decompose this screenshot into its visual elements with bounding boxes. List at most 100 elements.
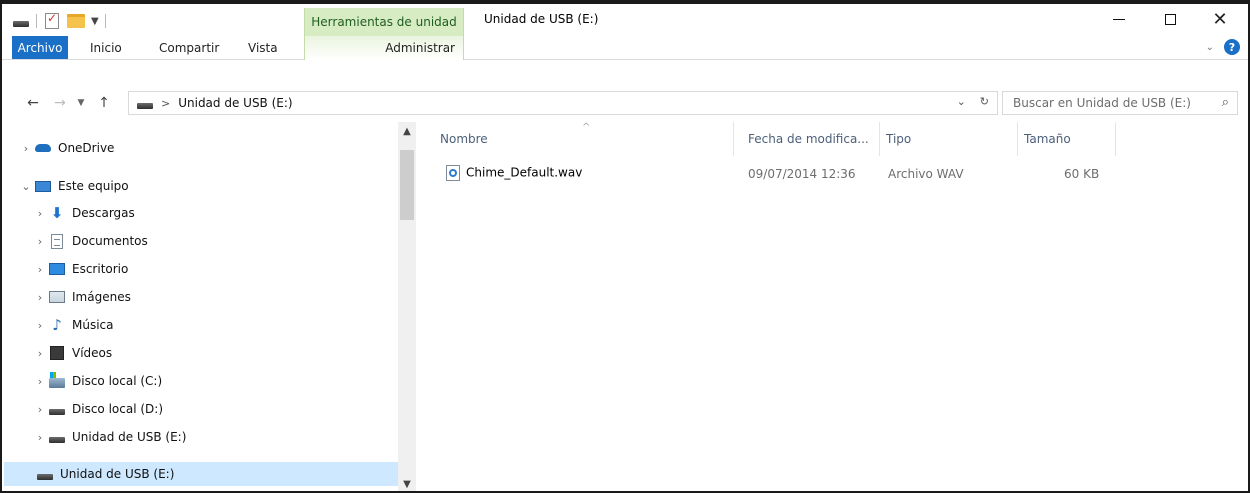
quick-access-toolbar: ▼	[12, 10, 106, 32]
usb-drive-icon	[36, 466, 54, 482]
ribbon-right-controls: ⌄ ?	[1206, 39, 1240, 55]
nav-item-label: Unidad de USB (E:)	[72, 430, 187, 444]
column-header-tamano[interactable]: Tamaño	[1018, 122, 1116, 156]
customize-toolbar-icon[interactable]: ▼	[91, 16, 99, 27]
window-title: Unidad de USB (E:)	[484, 12, 599, 26]
toolbar-separator	[104, 14, 106, 28]
recent-locations-chevron-icon[interactable]: ▼	[73, 93, 89, 113]
nav-item-label: Escritorio	[72, 262, 129, 276]
expand-chevron-icon[interactable]: ›	[32, 375, 48, 388]
file-name-cell[interactable]: Chime_Default.wav	[446, 165, 582, 181]
forward-arrow-icon[interactable]: →	[50, 93, 70, 113]
expand-chevron-icon[interactable]: ›	[18, 142, 34, 155]
column-header-label: Fecha de modifica...	[748, 132, 869, 146]
nav-item-disco-local-c[interactable]: › Disco local (C:)	[32, 369, 428, 393]
nav-item-descargas[interactable]: › ⬇ Descargas	[32, 201, 428, 225]
expand-ribbon-icon[interactable]: ⌄	[1206, 42, 1214, 53]
navigation-pane-scrollbar[interactable]: ▲ ▼	[398, 122, 416, 491]
pictures-icon	[48, 289, 66, 305]
downloads-icon: ⬇	[50, 203, 64, 222]
address-row: ← → ▼ ↑ > Unidad de USB (E:) ⌄ ↻ Buscar …	[2, 90, 1248, 116]
column-header-label: Tipo	[886, 132, 912, 146]
context-tab-group-label: Herramientas de unidad	[304, 8, 464, 36]
address-bar[interactable]: > Unidad de USB (E:) ⌄ ↻	[128, 91, 998, 115]
file-type: Archivo WAV	[888, 167, 964, 181]
nav-item-label: Este equipo	[58, 179, 129, 193]
address-bar-actions: ⌄ ↻	[957, 95, 989, 108]
tab-inicio[interactable]: Inicio	[90, 36, 122, 59]
nav-item-escritorio[interactable]: › Escritorio	[32, 257, 428, 281]
nav-item-imagenes[interactable]: › Imágenes	[32, 285, 428, 309]
expand-chevron-icon[interactable]: ›	[32, 291, 48, 304]
new-folder-icon[interactable]	[67, 12, 85, 30]
scrollbar-thumb[interactable]	[400, 150, 414, 220]
expand-chevron-icon[interactable]: ›	[32, 207, 48, 220]
ribbon-tabs: Archivo Inicio Compartir Vista Administr…	[2, 36, 1248, 60]
title-bar: ▼ Herramientas de unidad Unidad de USB (…	[2, 4, 1248, 36]
minimize-button[interactable]	[1096, 4, 1142, 34]
maximize-button[interactable]	[1147, 4, 1193, 34]
minimize-icon	[1113, 18, 1125, 20]
nav-item-label: Documentos	[72, 234, 148, 248]
tab-archivo[interactable]: Archivo	[12, 36, 68, 59]
close-button[interactable]: ✕	[1197, 4, 1243, 34]
nav-item-musica[interactable]: › ♪ Música	[32, 313, 428, 337]
videos-icon	[48, 345, 66, 361]
expand-chevron-icon[interactable]: ›	[32, 263, 48, 276]
nav-item-label: Descargas	[72, 206, 135, 220]
nav-item-onedrive[interactable]: › OneDrive	[18, 136, 414, 160]
expand-chevron-icon[interactable]: ›	[32, 403, 48, 416]
nav-item-label: Música	[72, 318, 114, 332]
onedrive-icon	[34, 140, 52, 156]
tab-vista[interactable]: Vista	[248, 36, 278, 59]
file-list: Nombre ^ Fecha de modifica... Tipo Tamañ…	[434, 116, 1234, 491]
up-arrow-icon[interactable]: ↑	[94, 93, 114, 113]
audio-file-icon	[446, 165, 460, 181]
help-icon[interactable]: ?	[1224, 39, 1240, 55]
expand-chevron-icon[interactable]: ›	[32, 431, 48, 444]
expand-chevron-icon[interactable]: ›	[32, 319, 48, 332]
nav-item-label: Disco local (C:)	[72, 374, 163, 388]
documents-icon	[48, 233, 66, 249]
collapse-chevron-icon[interactable]: ⌄	[18, 180, 34, 193]
file-size: 60 KB	[1064, 167, 1100, 181]
column-header-tipo[interactable]: Tipo	[880, 122, 1018, 156]
nav-item-unidad-usb-e[interactable]: › Unidad de USB (E:)	[32, 425, 428, 449]
nav-item-label: OneDrive	[58, 141, 115, 155]
properties-icon[interactable]	[43, 11, 61, 30]
nav-item-label: Unidad de USB (E:)	[60, 467, 175, 481]
search-box[interactable]: Buscar en Unidad de USB (E:) ⌕	[1002, 91, 1238, 115]
column-header-label: Nombre	[440, 132, 488, 146]
nav-item-videos[interactable]: › Vídeos	[32, 341, 428, 365]
file-name: Chime_Default.wav	[466, 165, 583, 180]
file-explorer-window: ▼ Herramientas de unidad Unidad de USB (…	[0, 0, 1250, 493]
nav-item-documentos[interactable]: › Documentos	[32, 229, 428, 253]
expand-chevron-icon[interactable]: ›	[32, 235, 48, 248]
scroll-up-icon[interactable]: ▲	[398, 122, 416, 140]
nav-item-este-equipo[interactable]: ⌄ Este equipo	[18, 174, 414, 198]
nav-item-disco-local-d[interactable]: › Disco local (D:)	[32, 397, 428, 421]
search-icon[interactable]: ⌕	[1222, 95, 1229, 110]
breadcrumb-current[interactable]: Unidad de USB (E:)	[178, 96, 292, 110]
breadcrumb-separator: >	[161, 96, 171, 110]
drive-icon	[48, 401, 66, 417]
tab-compartir[interactable]: Compartir	[159, 36, 219, 59]
search-placeholder: Buscar en Unidad de USB (E:)	[1013, 96, 1191, 110]
desktop-icon	[48, 261, 66, 277]
sort-ascending-icon: ^	[582, 122, 591, 133]
tab-administrar[interactable]: Administrar	[304, 36, 464, 60]
file-row[interactable]: Chime_Default.wav 09/07/2014 12:36 Archi…	[434, 164, 1134, 186]
back-arrow-icon[interactable]: ←	[22, 93, 44, 113]
column-header-nombre[interactable]: Nombre ^	[434, 122, 734, 156]
refresh-icon[interactable]: ↻	[980, 95, 989, 108]
address-history-chevron-icon[interactable]: ⌄	[957, 95, 966, 108]
nav-item-unidad-usb-e-root[interactable]: Unidad de USB (E:)	[4, 462, 398, 486]
nav-item-label: Imágenes	[72, 290, 131, 304]
column-header-label: Tamaño	[1024, 132, 1071, 146]
navigation-pane: › OneDrive ⌄ Este equipo › ⬇ Descargas ›…	[2, 122, 416, 491]
drive-icon	[12, 12, 30, 30]
expand-chevron-icon[interactable]: ›	[32, 347, 48, 360]
column-header-fecha[interactable]: Fecha de modifica...	[742, 122, 880, 156]
toolbar-separator	[36, 14, 37, 28]
scroll-down-icon[interactable]: ▼	[398, 475, 416, 491]
